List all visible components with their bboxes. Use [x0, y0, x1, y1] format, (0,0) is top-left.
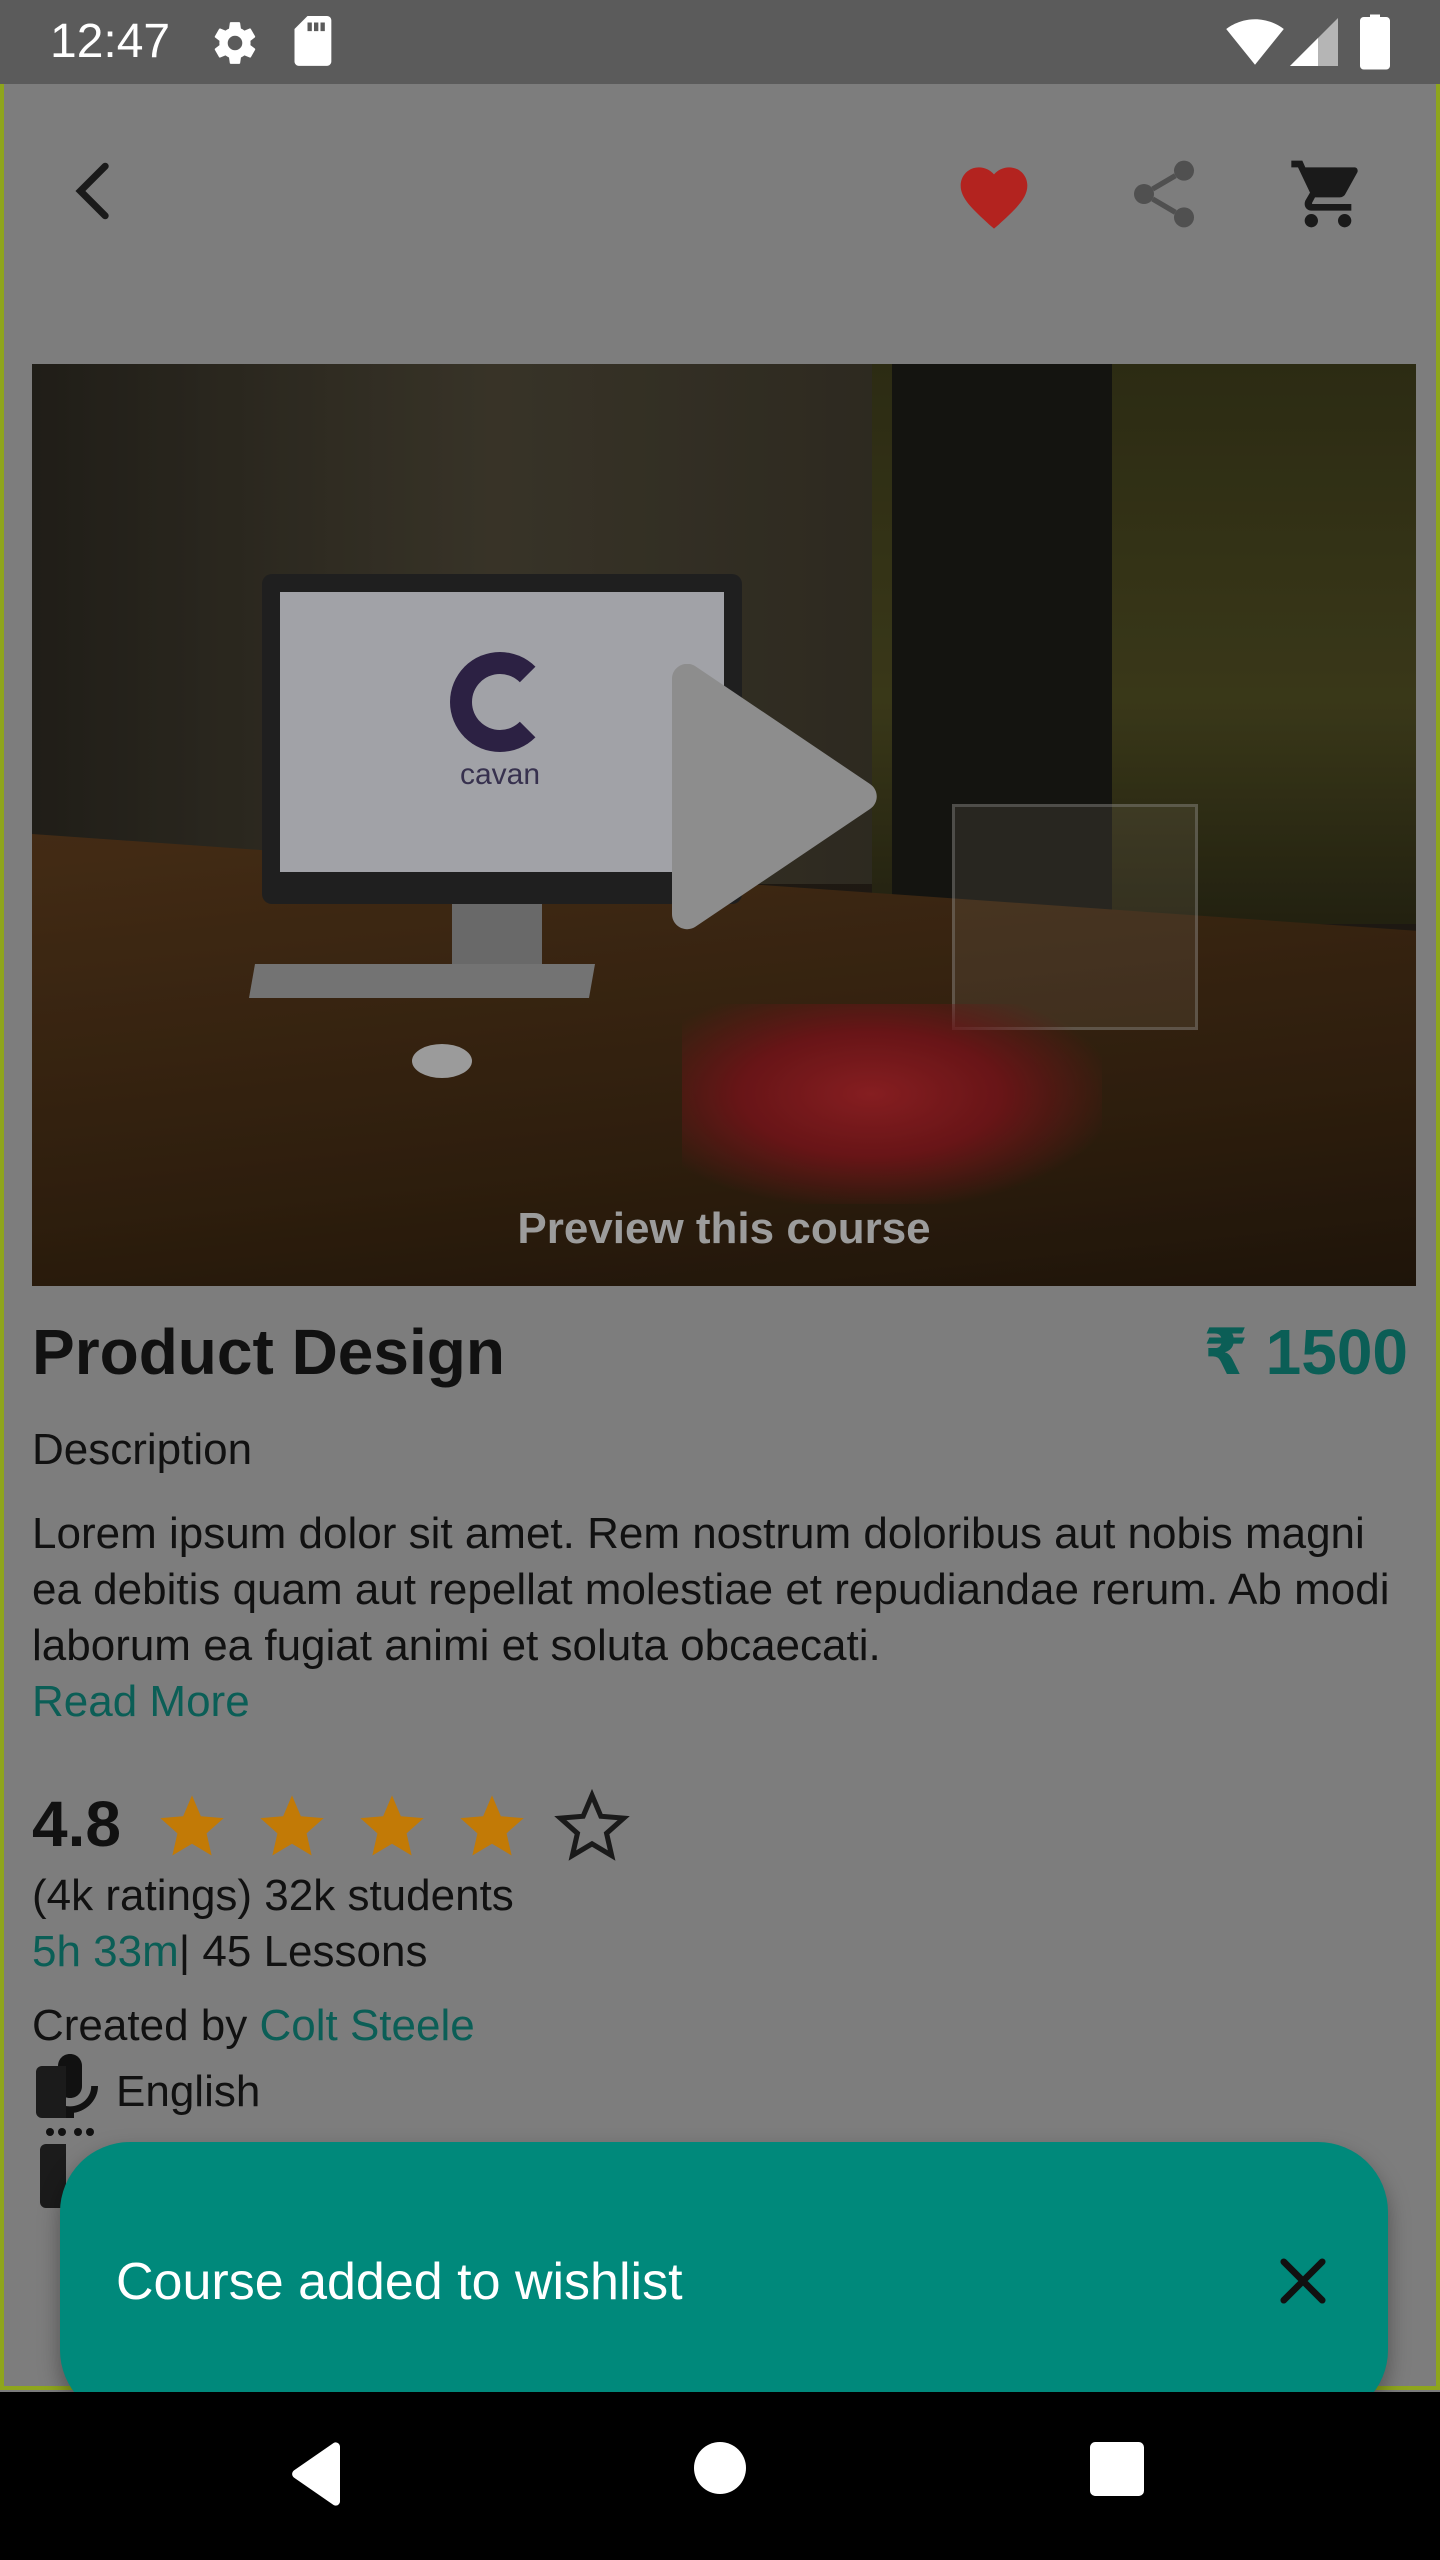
- wifi-icon: [1226, 19, 1284, 65]
- nav-home-icon[interactable]: [694, 2442, 746, 2494]
- star-filled-icon: [460, 1795, 524, 1856]
- star-filled-icon: [160, 1795, 224, 1856]
- course-duration: 5h 33m: [32, 1927, 179, 1976]
- navigation-bar: [0, 2392, 1440, 2560]
- rating-value: 4.8: [32, 1788, 121, 1860]
- star-outline-icon: [554, 1789, 630, 1861]
- back-arrow-icon[interactable]: [60, 156, 130, 226]
- read-more-link[interactable]: Read More: [32, 1674, 250, 1730]
- heart-icon[interactable]: [954, 156, 1034, 232]
- star-filled-icon: [360, 1795, 424, 1856]
- course-price: ₹ 1500: [1203, 1316, 1408, 1388]
- cart-icon[interactable]: [1288, 154, 1368, 234]
- duration-lessons: 5h 33m| 45 Lessons: [32, 1924, 427, 1980]
- course-language: English: [116, 2067, 261, 2116]
- course-title: Product Design: [32, 1316, 505, 1388]
- created-by: Created by Colt Steele: [32, 1998, 475, 2054]
- created-by-label: Created by: [32, 2001, 248, 2050]
- wishlist-snackbar: Course added to wishlist: [60, 2142, 1388, 2420]
- snackbar-message: Course added to wishlist: [116, 2253, 683, 2311]
- signal-icon: [1290, 18, 1338, 66]
- share-icon[interactable]: [1124, 154, 1204, 234]
- ratings-students: (4k ratings) 32k students: [32, 1871, 514, 1920]
- course-preview-video[interactable]: cavan Preview this course: [32, 364, 1416, 1286]
- battery-icon: [1360, 14, 1390, 70]
- description-text: Lorem ipsum dolor sit amet. Rem nostrum …: [32, 1509, 1390, 1670]
- nav-back-icon[interactable]: [288, 2442, 344, 2506]
- status-time: 12:47: [50, 15, 171, 68]
- close-icon[interactable]: [1270, 2248, 1336, 2314]
- status-bar: 12:47: [0, 0, 1440, 84]
- description-heading: Description: [32, 1425, 253, 1474]
- settings-icon: [214, 22, 256, 64]
- sd-card-icon: [294, 16, 332, 66]
- course-lessons: | 45 Lessons: [178, 1927, 428, 1976]
- app-screen: cavan Preview this course Product Design…: [0, 84, 1440, 2420]
- author-link[interactable]: Colt Steele: [259, 2001, 474, 2050]
- subtitles-icon: [36, 2066, 66, 2118]
- preview-course-label[interactable]: Preview this course: [32, 1202, 1416, 1256]
- play-icon[interactable]: [652, 664, 882, 944]
- star-filled-icon: [260, 1795, 324, 1856]
- nav-recents-icon[interactable]: [1090, 2442, 1144, 2496]
